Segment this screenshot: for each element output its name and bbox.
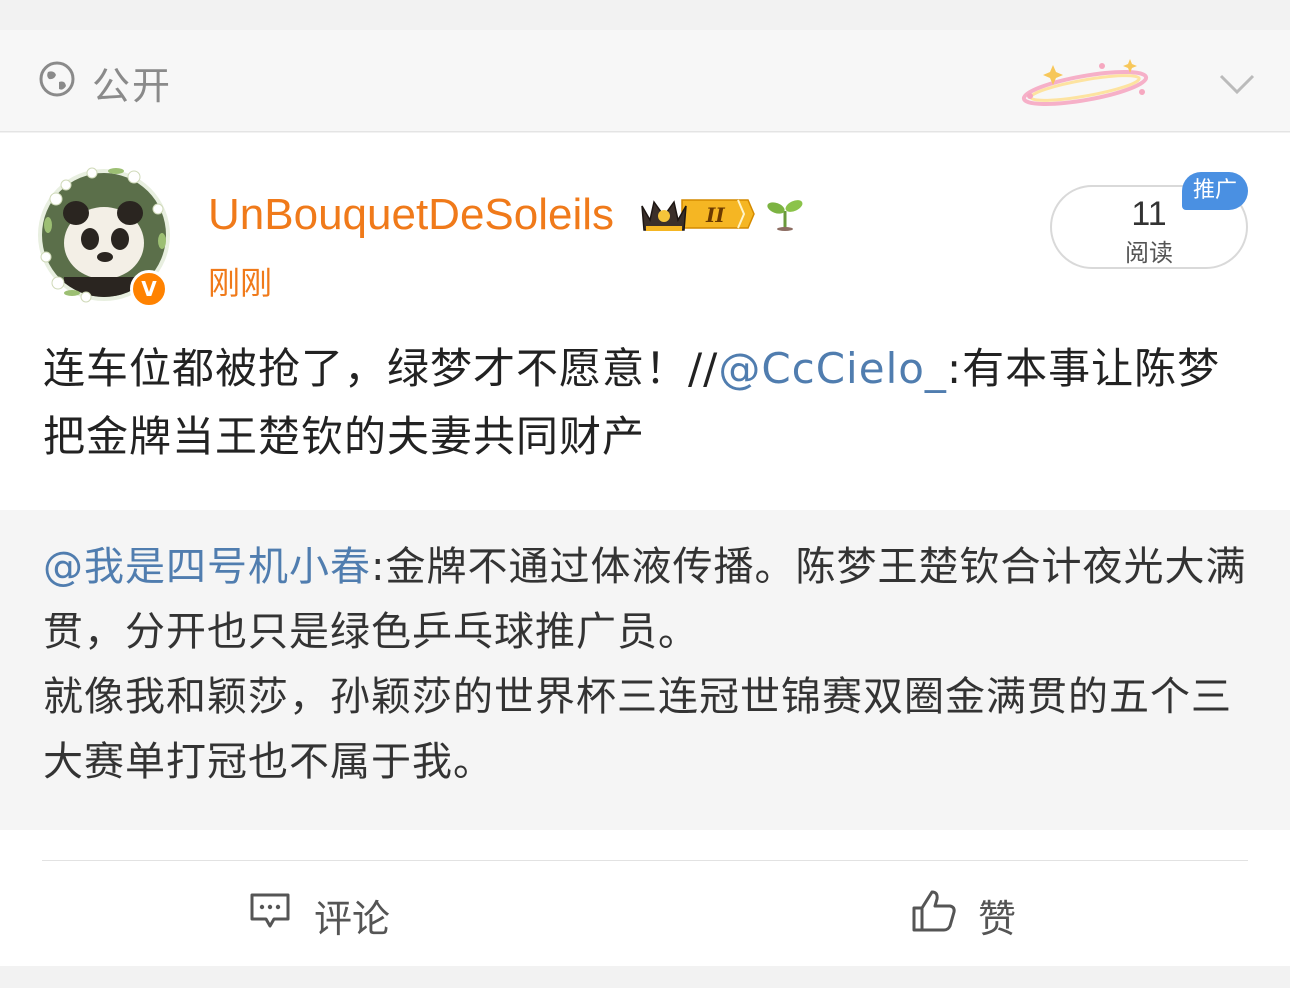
promote-tag[interactable]: 推广 xyxy=(1182,172,1248,210)
read-label: 阅读 xyxy=(1125,239,1173,267)
post-time: 刚刚 xyxy=(208,264,273,302)
bottom-gap xyxy=(0,966,1290,988)
thumbs-up-icon xyxy=(912,890,956,932)
comment-label: 评论 xyxy=(314,897,391,941)
comment-button[interactable]: 评论 xyxy=(248,880,448,944)
sparkle-decoration xyxy=(1021,59,1149,106)
author-name[interactable]: UnBouquetDeSoleils xyxy=(208,190,614,240)
comment-icon xyxy=(250,893,290,928)
chevron-down-icon[interactable] xyxy=(1218,70,1256,100)
repost-mention-link[interactable]: @我是四号机小春 xyxy=(43,544,371,590)
repost-text: @我是四号机小春:金牌不通过体液传播。陈梦王楚钦合计夜光大满贯，分开也只是绿色乒… xyxy=(43,535,1253,795)
divider xyxy=(42,860,1248,861)
post-text-part: 连车位都被抢了，绿梦才不愿意！// xyxy=(43,344,719,393)
like-button[interactable]: 赞 xyxy=(910,880,1110,944)
top-gap xyxy=(0,0,1290,30)
like-label: 赞 xyxy=(978,897,1017,941)
badge-level-text: II xyxy=(705,203,725,227)
post-text: 连车位都被抢了，绿梦才不愿意！//@CcCielo_:有本事让陈梦把金牌当王楚钦… xyxy=(43,335,1253,471)
visibility-label[interactable]: 公开 xyxy=(92,55,172,110)
post-mention-link[interactable]: @CcCielo_ xyxy=(718,344,947,393)
sprout-icon xyxy=(767,200,803,231)
globe-icon xyxy=(39,61,75,97)
crown-badge-icon[interactable]: II xyxy=(640,192,755,236)
verified-badge: V xyxy=(130,270,168,308)
repost-text-part: 就像我和颖莎，孙颖莎的世界杯三连冠世锦赛双圈金满贯的五个三大赛单打冠也不属于我。 xyxy=(43,674,1232,785)
